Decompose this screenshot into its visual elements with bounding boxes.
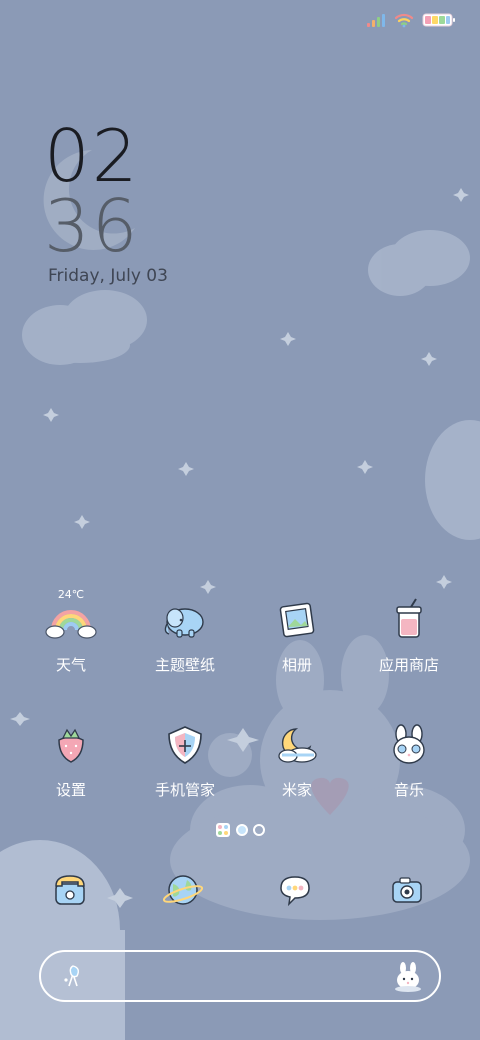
page-dot-grid[interactable] [215, 822, 231, 838]
elephant-icon [157, 592, 213, 648]
app-store[interactable]: 应用商店 [349, 592, 469, 675]
voice-assistant-icon[interactable] [59, 962, 87, 990]
moon-cloud-icon [269, 717, 325, 773]
battery-icon [422, 13, 455, 27]
dock-messages[interactable] [263, 858, 327, 922]
page-dot[interactable] [253, 824, 265, 836]
weather-temperature: 24℃ [57, 588, 85, 601]
bunny-headphones-icon [381, 717, 437, 773]
wallpaper-cloud-right [368, 230, 470, 296]
search-bar[interactable] [39, 950, 441, 1002]
status-bar [366, 10, 456, 30]
app-label: 主题壁纸 [154, 656, 215, 674]
shield-icon [157, 717, 213, 773]
wallpaper-sparkles [10, 188, 469, 908]
app-label: 音乐 [393, 781, 424, 799]
clock-date: Friday, July 03 [48, 266, 168, 286]
app-settings[interactable]: 设置 [11, 717, 131, 800]
clock-hour: 02 [44, 114, 140, 198]
wallpaper-cloud-left [22, 290, 147, 365]
browser-globe-icon [163, 875, 203, 905]
clock-widget[interactable]: 02 36 [44, 120, 140, 262]
app-gallery[interactable]: 相册 [237, 592, 357, 675]
page-dot-active[interactable] [236, 824, 248, 836]
wifi-icon [394, 13, 414, 28]
camera-icon [392, 877, 422, 903]
app-label: 米家 [281, 781, 312, 799]
dock-browser[interactable] [151, 858, 215, 922]
app-themes[interactable]: 主题壁纸 [125, 592, 245, 675]
dock-phone[interactable] [38, 858, 102, 922]
signal-bars-icon [367, 14, 385, 27]
app-label: 相册 [281, 656, 312, 674]
dock-camera[interactable] [375, 858, 439, 922]
messages-bubble-icon [280, 876, 310, 907]
strawberry-icon [43, 717, 99, 773]
bubble-tea-icon [381, 592, 437, 648]
phone-icon [55, 875, 85, 905]
page-indicator[interactable] [215, 822, 265, 838]
app-mi-home[interactable]: 米家 [237, 717, 357, 800]
app-label: 应用商店 [378, 656, 439, 674]
app-label: 天气 [55, 656, 86, 674]
bunny-assistant-icon[interactable] [393, 960, 423, 992]
wallpaper-cloud-edge [425, 420, 480, 540]
photo-frame-icon [269, 592, 325, 648]
app-label: 手机管家 [154, 781, 215, 799]
app-weather[interactable]: 24℃ 天气 [11, 588, 131, 675]
clock-minute: 36 [44, 184, 140, 268]
app-security[interactable]: 手机管家 [125, 717, 245, 800]
app-music[interactable]: 音乐 [349, 717, 469, 800]
app-label: 设置 [55, 781, 86, 799]
